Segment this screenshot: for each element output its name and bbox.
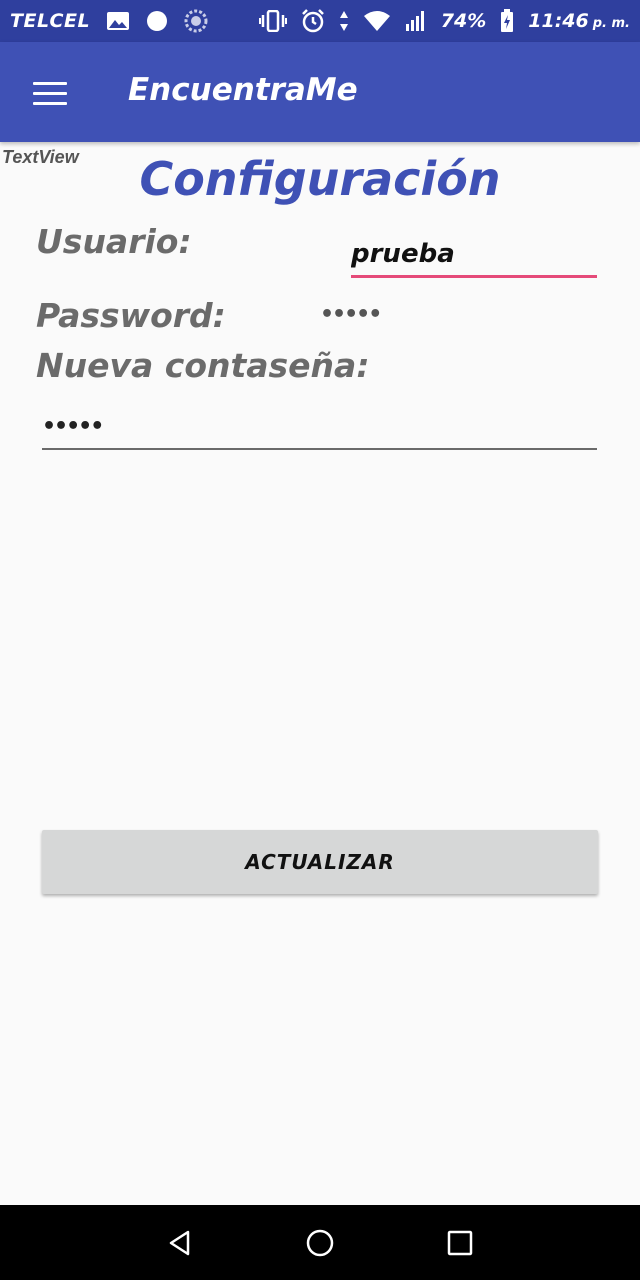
new-password-label: Nueva contaseña: (36, 346, 370, 385)
wifi-icon (363, 10, 391, 32)
data-arrows-icon (339, 10, 349, 32)
navigation-bar (0, 1205, 640, 1280)
status-bar: TELCEL 74% 11:46 p. m. (0, 0, 640, 42)
back-icon[interactable] (160, 1223, 200, 1263)
username-field[interactable] (351, 232, 597, 278)
update-button[interactable]: ACTUALIZAR (42, 830, 598, 894)
battery-percent: 74% (440, 10, 487, 32)
alarm-icon (301, 9, 325, 33)
sync-icon (184, 9, 208, 33)
vibrate-icon (258, 10, 287, 32)
username-label: Usuario: (36, 222, 192, 261)
app-bar: EncuentraMe (0, 42, 640, 142)
signal-icon (405, 10, 427, 32)
password-value: ••••• (320, 302, 382, 327)
home-icon[interactable] (300, 1223, 340, 1263)
recents-icon[interactable] (440, 1223, 480, 1263)
new-password-field[interactable] (42, 404, 597, 450)
hamburger-menu-icon[interactable] (33, 82, 67, 106)
password-label: Password: (36, 296, 226, 335)
carrier-name: TELCEL (10, 10, 91, 32)
clock: 11:46 p. m. (528, 10, 630, 32)
battery-charging-icon (500, 9, 514, 33)
circle-icon (146, 10, 168, 32)
app-title: EncuentraMe (128, 72, 358, 108)
page-title: Configuración (139, 152, 501, 206)
image-icon (106, 11, 130, 31)
